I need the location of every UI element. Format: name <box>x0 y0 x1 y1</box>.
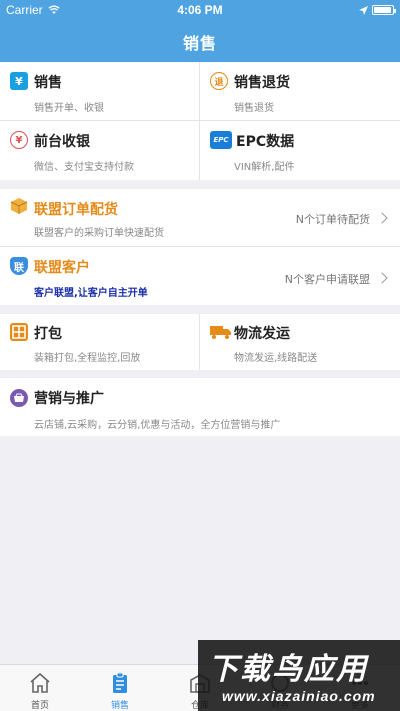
alliance-section: 联盟订单配货 联盟客户的采购订单快速配货 N个订单待配货 联 联盟客户 客户联盟… <box>0 189 400 305</box>
cashier-icon: ¥ <box>10 131 28 149</box>
marketing-section: 营销与推广 云店铺,云采购，云分销,优惠与活动，全方位营销与推广 <box>0 378 400 436</box>
home-icon <box>30 672 50 693</box>
cell-subtitle: 装箱打包,全程监控,回放 <box>34 353 141 364</box>
cell-title: 物流发运 <box>234 326 290 342</box>
watermark-overlay: 下载鸟应用 www.xiazainiao.com <box>198 640 400 711</box>
alliance-customer-row[interactable]: 联 联盟客户 客户联盟,让客户自主开单 N个客户申请联盟 <box>0 247 400 305</box>
marketing-row[interactable]: 营销与推广 云店铺,云采购，云分销,优惠与活动，全方位营销与推广 <box>0 378 400 436</box>
chevron-right-icon <box>376 212 388 224</box>
cell-subtitle: 微信、支付宝支持付款 <box>34 162 134 173</box>
front-cashier-cell[interactable]: ¥ 前台收银 微信、支付宝支持付款 <box>0 121 199 180</box>
pending-orders-text: N个订单待配货 <box>295 213 370 226</box>
divider <box>0 120 400 121</box>
truck-icon <box>210 323 232 341</box>
cell-subtitle: 联盟客户的采购订单快速配货 <box>34 228 164 239</box>
clock: 4:06 PM <box>177 3 223 17</box>
return-icon: 退 <box>210 72 228 90</box>
cell-title: 联盟客户 <box>34 260 90 276</box>
page-title: 销售 <box>182 34 217 53</box>
sales-cell[interactable]: ¥ 销售 销售开单、收银 <box>0 62 199 120</box>
chevron-right-icon <box>376 272 388 284</box>
watermark-title: 下载鸟应用 <box>208 652 368 687</box>
sales-grid: ¥ 销售 销售开单、收银 退 销售退货 销售退货 ¥ 前台收银 微信、支付宝支持… <box>0 62 400 180</box>
navigation-bar: Carrier 4:06 PM 销售 <box>0 0 400 62</box>
watermark-url: www.xiazainiao.com <box>222 688 376 704</box>
battery-icon <box>372 5 396 15</box>
tab-sales[interactable]: 销售 <box>80 665 160 711</box>
cell-subtitle: 云店铺,云采购，云分销,优惠与活动，全方位营销与推广 <box>34 420 281 431</box>
epc-data-cell[interactable]: EPC EPC数据 VIN解析,配件 <box>200 121 400 180</box>
alliance-order-row[interactable]: 联盟订单配货 联盟客户的采购订单快速配货 N个订单待配货 <box>0 189 400 246</box>
divider <box>199 62 200 180</box>
cell-title: 销售 <box>34 75 62 91</box>
cell-title: 打包 <box>34 326 62 342</box>
tab-label: 首页 <box>30 701 49 711</box>
alliance-shield-icon: 联 <box>10 257 28 275</box>
tab-label: 销售 <box>110 701 129 711</box>
pending-customers-text: N个客户申请联盟 <box>284 273 370 286</box>
sales-return-cell[interactable]: 退 销售退货 销售退货 <box>200 62 400 120</box>
tab-home[interactable]: 首页 <box>0 665 80 711</box>
cell-title: 前台收银 <box>34 134 90 150</box>
pack-cell[interactable]: 打包 装箱打包,全程监控,回放 <box>0 314 199 370</box>
marketing-icon <box>10 389 28 407</box>
yen-icon: ¥ <box>10 72 28 90</box>
cell-title: 营销与推广 <box>34 391 104 407</box>
cell-title: 销售退货 <box>234 75 290 91</box>
divider <box>199 314 200 370</box>
cell-title: 联盟订单配货 <box>34 202 118 218</box>
cell-subtitle: 销售开单、收银 <box>34 103 104 114</box>
package-icon <box>10 197 28 215</box>
cell-subtitle: 物流发运,线路配送 <box>234 353 318 364</box>
epc-icon: EPC <box>210 131 232 149</box>
cell-subtitle: 客户联盟,让客户自主开单 <box>34 288 148 299</box>
cell-subtitle: VIN解析,配件 <box>234 162 295 173</box>
cell-subtitle: 销售退货 <box>234 103 274 114</box>
shipping-grid: 打包 装箱打包,全程监控,回放 物流发运 物流发运,线路配送 <box>0 314 400 370</box>
status-bar: Carrier 4:06 PM <box>0 0 400 20</box>
location-icon <box>359 4 368 18</box>
logistics-cell[interactable]: 物流发运 物流发运,线路配送 <box>200 314 400 370</box>
pack-icon <box>10 323 28 341</box>
clipboard-icon <box>113 672 127 693</box>
cell-title: EPC数据 <box>236 134 295 150</box>
